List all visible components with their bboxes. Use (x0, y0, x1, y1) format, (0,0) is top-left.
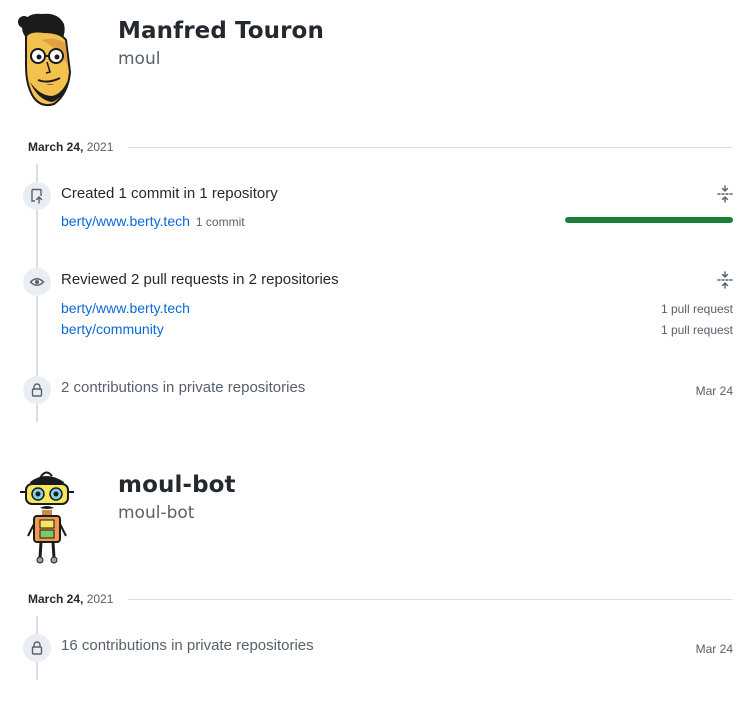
date-year: 2021 (86, 592, 114, 606)
pull-request-count: 1 pull request (660, 323, 733, 337)
commit-count: 1 commit (195, 215, 245, 229)
date-day: March 24, (28, 592, 84, 606)
activity-title: Created 1 commit in 1 repository (61, 185, 278, 202)
activity-badge (23, 634, 51, 662)
pull-request-count: 1 pull request (660, 302, 733, 316)
lock-icon (31, 641, 43, 655)
date-day: March 24, (28, 140, 84, 154)
date-header: March 24, 2021 (28, 592, 733, 606)
fold-icon[interactable] (716, 271, 734, 289)
activity-date: Mar 24 (695, 384, 733, 398)
date-header: March 24, 2021 (28, 140, 733, 154)
profile-login[interactable]: moul (118, 49, 160, 69)
repo-link[interactable]: berty/www.berty.tech (61, 300, 190, 316)
profile-header-moul: Manfred Touron moul (0, 0, 753, 120)
profile-name[interactable]: moul-bot (118, 472, 236, 498)
activity-badge (23, 182, 51, 210)
fold-icon[interactable] (716, 185, 734, 203)
date-year: 2021 (86, 140, 114, 154)
eye-icon (29, 278, 45, 286)
repo-row: berty/www.berty.tech 1 commit (61, 213, 245, 229)
activity-title: 2 contributions in private repositories (61, 379, 306, 396)
repo-link[interactable]: berty/community (61, 321, 164, 337)
activity-date: Mar 24 (695, 642, 733, 656)
profile-name[interactable]: Manfred Touron (118, 18, 324, 44)
commit-progress-bar (565, 217, 733, 223)
activity-title: 16 contributions in private repositories (61, 637, 314, 654)
repo-push-icon (31, 188, 43, 204)
profile-login[interactable]: moul-bot (118, 503, 194, 523)
divider (128, 147, 733, 148)
repo-link[interactable]: berty/www.berty.tech (61, 213, 190, 229)
profile-header-moul-bot: moul-bot moul-bot (0, 460, 753, 570)
lock-icon (31, 383, 43, 397)
activity-title: Reviewed 2 pull requests in 2 repositori… (61, 271, 339, 288)
activity-badge (23, 268, 51, 296)
avatar-moul-bot[interactable] (12, 468, 78, 568)
avatar-manfred[interactable] (12, 10, 78, 110)
divider (128, 599, 733, 600)
activity-badge (23, 376, 51, 404)
